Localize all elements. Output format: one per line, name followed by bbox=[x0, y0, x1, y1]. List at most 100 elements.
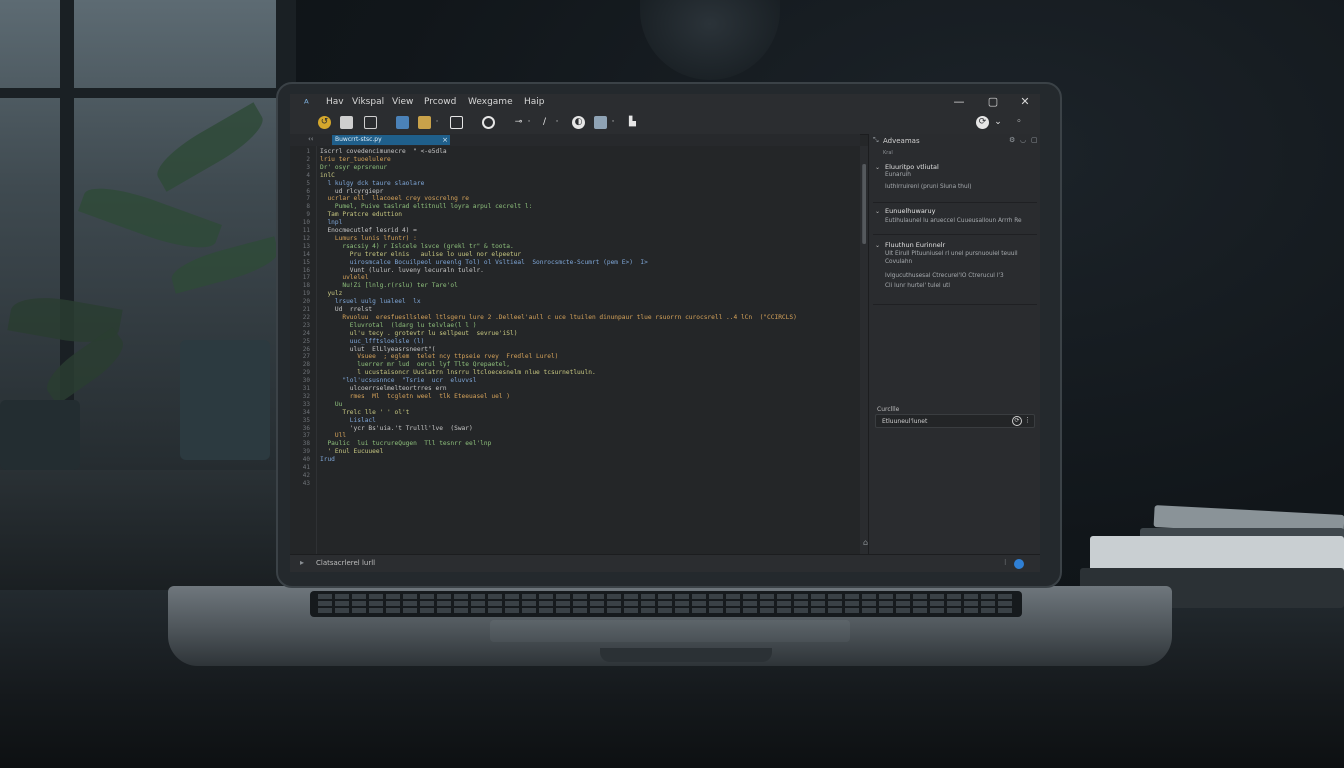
pin-icon[interactable]: ⤡ bbox=[873, 136, 879, 145]
line-number: 20 bbox=[302, 298, 310, 306]
deploy-icon[interactable]: ▙ bbox=[626, 116, 639, 129]
code-line: Vunt (lulur. luveny lecuraln tulelr. bbox=[320, 266, 484, 274]
chevron-down-icon[interactable]: ⌄ bbox=[875, 208, 880, 215]
trash-icon[interactable]: ⌂ bbox=[863, 538, 868, 547]
code-line: yulz bbox=[320, 290, 343, 298]
code-line: Vsuee ; eglem telet ncy ttpseie rvey Fre… bbox=[320, 353, 559, 361]
line-number: 11 bbox=[302, 227, 310, 234]
chevron-down-icon[interactable]: ⌄ bbox=[875, 164, 880, 171]
app-logo-icon: ᴬ bbox=[304, 97, 309, 110]
keyboard bbox=[310, 591, 1022, 617]
status-icon[interactable]: ▸ bbox=[300, 558, 304, 567]
menu-item-haip[interactable]: Haip bbox=[524, 97, 545, 107]
line-number: 41 bbox=[302, 464, 310, 471]
section-title: Eunuelhuwaruy bbox=[885, 207, 936, 215]
open-icon[interactable]: ↺ bbox=[318, 116, 331, 129]
code-editor[interactable]: 1 2 3 4 5 6 7 8 9 10 11 12 13 14 15 16 17 18 19 20 21 22 23 24 2… bbox=[290, 146, 860, 554]
ide-window: ᴬ Hav Vikspal View Prcowd Wexgame Haip —… bbox=[290, 94, 1040, 572]
section-title: Fluuthun Eurinnelr bbox=[885, 241, 946, 249]
record-icon[interactable] bbox=[482, 116, 495, 129]
panel-title: Adveamas bbox=[883, 137, 920, 145]
section-title: Eluuritpo vtliutal bbox=[885, 163, 939, 171]
code-line: rmes Ml tcgletn weel tlk Eteeuasel uel ) bbox=[320, 392, 510, 400]
dropdown-icon[interactable]: ⌄ bbox=[992, 116, 1004, 129]
line-number: 31 bbox=[302, 385, 310, 392]
dropdown-icon[interactable]: · bbox=[554, 116, 560, 129]
paste-icon[interactable] bbox=[418, 116, 431, 129]
panel-input-field[interactable]: Etluuneul'lunet ⟳ ⋮ bbox=[875, 414, 1035, 428]
code-line: Dr' osyr eprsrenur bbox=[320, 163, 388, 171]
panel-collapse-icon[interactable]: ◡ bbox=[1020, 136, 1026, 144]
tab-active-file[interactable]: Buwcrrt-stsc.py × bbox=[332, 135, 450, 145]
panel-section[interactable]: ⌄ Eunuelhuwaruy Eutihulaunel lu arueccel… bbox=[873, 206, 1037, 235]
dropdown-icon[interactable]: · bbox=[610, 116, 616, 129]
code-line: Uu bbox=[320, 400, 343, 408]
panel-maximize-icon[interactable]: ▢ bbox=[1031, 136, 1038, 144]
toolbar: ↺ · ⊸ · ∕ · ◐ · ▙ ⟳ ⌄ ◦ bbox=[290, 112, 1040, 135]
panel-section[interactable]: ⌄ Fluuthun Eurinnelr Ult Eirull Pltuuniu… bbox=[873, 240, 1037, 305]
settings-dot-icon[interactable]: ◦ bbox=[1014, 116, 1024, 129]
menu-item-vikspal[interactable]: Vikspal bbox=[352, 97, 384, 107]
menu-item-prcowd[interactable]: Prcowd bbox=[424, 97, 456, 107]
key-row bbox=[318, 594, 1014, 599]
copy-icon[interactable] bbox=[396, 116, 409, 129]
line-number: 6 bbox=[306, 187, 310, 195]
save-icon[interactable] bbox=[340, 116, 353, 129]
section-line: Ivlgucuthusesal Ctrecurel'lO Ctrerucul l… bbox=[885, 273, 1004, 279]
more-icon[interactable]: ⋮ bbox=[1024, 416, 1031, 424]
line-number: 27 bbox=[302, 353, 310, 361]
line-number: 13 bbox=[302, 242, 310, 250]
build-icon[interactable] bbox=[594, 116, 607, 129]
line-number: 14 bbox=[302, 250, 310, 258]
code-line: ud rlcyrgiepr bbox=[320, 187, 384, 195]
code-line: Paulic lui tucrureQugen Tll tesnrr eel'l… bbox=[320, 440, 492, 448]
minimize-button[interactable]: — bbox=[952, 95, 966, 108]
chevron-down-icon[interactable]: ⌄ bbox=[875, 242, 880, 249]
line-number: 38 bbox=[302, 440, 310, 448]
debug-icon[interactable]: ◐ bbox=[572, 116, 585, 129]
code-line: rsacsiy 4) r Islcele lsvce (grekl tr" & … bbox=[320, 242, 514, 250]
close-button[interactable]: ✕ bbox=[1018, 95, 1032, 108]
status-text: Clatsacrlerel lurll bbox=[316, 559, 376, 567]
menu-item-wexgame[interactable]: Wexgame bbox=[468, 97, 513, 107]
maximize-button[interactable]: ▢ bbox=[986, 95, 1000, 108]
line-number: 18 bbox=[302, 282, 310, 290]
line-number: 42 bbox=[302, 471, 310, 479]
save-all-icon[interactable] bbox=[364, 116, 377, 129]
run-icon[interactable]: ⟳ bbox=[976, 116, 989, 129]
tools-icon[interactable]: ⊸ bbox=[512, 116, 525, 129]
status-bar: ▸ Clatsacrlerel lurll ⁝ bbox=[290, 554, 1040, 572]
line-number: 30 bbox=[302, 377, 310, 385]
edit-icon[interactable]: ∕ bbox=[538, 116, 551, 129]
panel-section[interactable]: ⌄ Eluuritpo vtliutal Eunaruih Iuthlrruir… bbox=[873, 162, 1037, 203]
line-number: 33 bbox=[302, 400, 310, 408]
code-line: Lislacl bbox=[320, 416, 376, 424]
line-number: 16 bbox=[302, 266, 310, 274]
tab-nav-icon[interactable]: ‹‹ bbox=[308, 135, 314, 143]
line-number: 28 bbox=[302, 361, 310, 369]
code-line: Rvuoluu eresfuesllsleel ltlsgeru lure 2 … bbox=[320, 313, 797, 321]
panel-settings-icon[interactable]: ⚙ bbox=[1009, 136, 1015, 144]
menu-item-view[interactable]: View bbox=[392, 97, 413, 107]
dropdown-icon[interactable]: · bbox=[434, 116, 440, 129]
code-line: Tam Pratcre eduttion bbox=[320, 211, 402, 219]
refresh-icon[interactable]: ⟳ bbox=[1012, 416, 1022, 426]
code-line: uuc_lfftsloelsle (l) bbox=[320, 337, 425, 345]
status-separator: ⁝ bbox=[1004, 558, 1007, 567]
new-file-icon[interactable] bbox=[450, 116, 463, 129]
code-line: Pumel, Puive taslrad eltitnull loyra arp… bbox=[320, 203, 533, 211]
field-value: Etluuneul'lunet bbox=[882, 418, 928, 425]
tab-close-icon[interactable]: × bbox=[442, 135, 448, 145]
line-number: 36 bbox=[302, 424, 310, 432]
code-line: lrsuel uulg lualeel lx bbox=[320, 298, 421, 306]
panel-subtitle: Kral bbox=[883, 150, 893, 156]
code-line: "lol'ucsusnnce "Tsrie ucr eluvvsl bbox=[320, 377, 477, 385]
line-number: 1 bbox=[306, 148, 310, 155]
key-row bbox=[318, 601, 1014, 606]
line-number: 5 bbox=[306, 179, 310, 187]
menu-item-hav[interactable]: Hav bbox=[326, 97, 344, 107]
dropdown-icon[interactable]: · bbox=[526, 116, 532, 129]
panel-scrollbar[interactable] bbox=[863, 164, 866, 244]
key-row bbox=[318, 608, 1014, 613]
notification-icon[interactable] bbox=[1014, 559, 1024, 569]
